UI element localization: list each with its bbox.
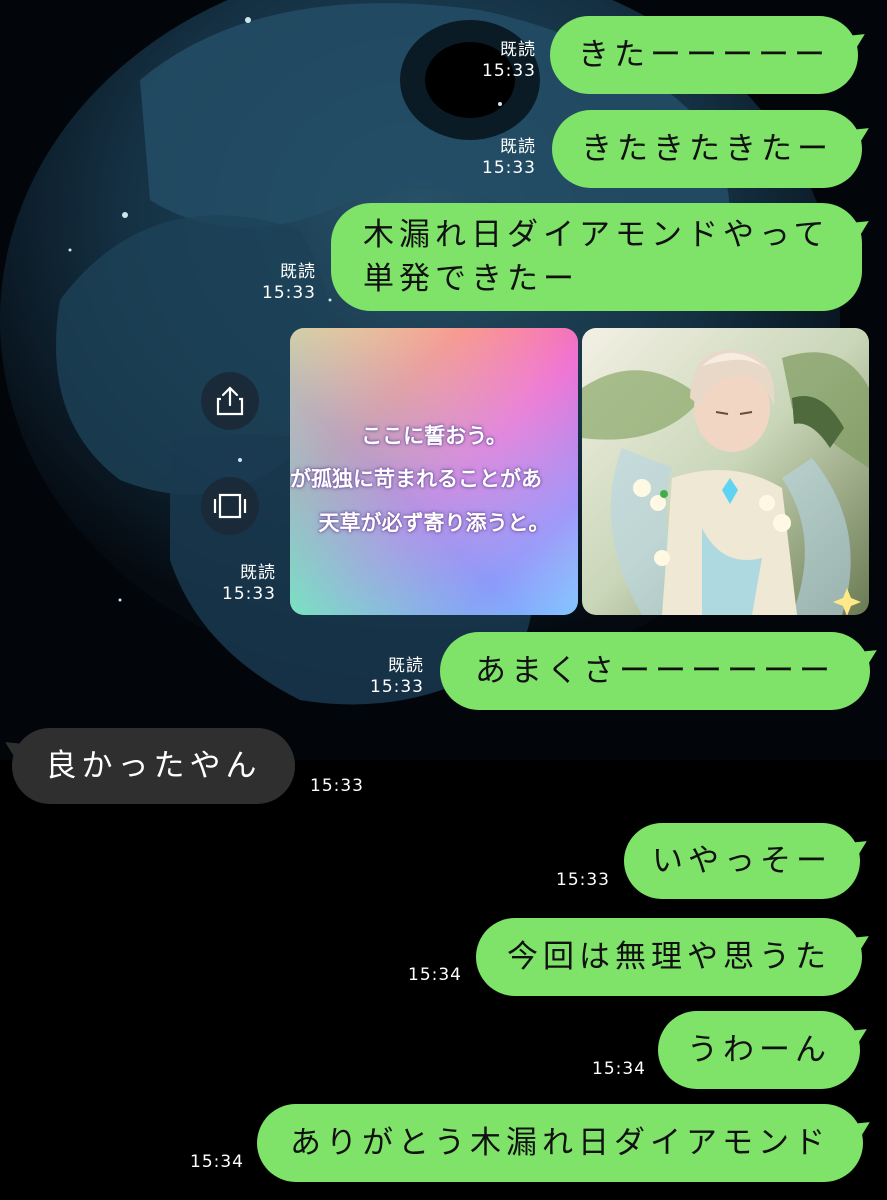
message-bubble-mine[interactable]: きたーーーーー	[550, 16, 858, 94]
message-bubble-mine[interactable]: いやっそー	[624, 823, 860, 899]
message-meta: 既読 15:33	[470, 137, 536, 179]
message-meta: 15:33	[310, 776, 380, 797]
message-bubble-theirs[interactable]: 良かったやん	[12, 728, 295, 804]
message-text: うわーん	[687, 1032, 831, 1068]
message-meta: 15:34	[392, 965, 462, 986]
read-receipt: 既読	[240, 563, 276, 583]
message-text: きたきたきたー	[581, 131, 833, 167]
card-caption-line: 天草が必ず寄り添うと。	[318, 510, 550, 535]
message-bubble-mine[interactable]: うわーん	[658, 1011, 860, 1089]
message-text-line: 単発できたー	[363, 261, 579, 297]
card-caption-line: ここに誓おう。	[361, 423, 507, 448]
share-button[interactable]	[201, 372, 259, 430]
message-meta: 15:34	[576, 1059, 646, 1080]
message-text: 良かったやん	[45, 748, 262, 784]
message-meta: 既読 15:33	[210, 563, 276, 605]
message-bubble-mine[interactable]: あまくさーーーーーー	[440, 632, 870, 710]
read-receipt: 既読	[388, 656, 424, 676]
timestamp: 15:33	[370, 677, 424, 697]
message-meta: 既読 15:33	[250, 262, 316, 304]
message-text: いやっそー	[652, 843, 832, 879]
timestamp: 15:33	[556, 870, 610, 890]
fullscreen-icon	[213, 493, 247, 519]
message-text: 今回は無理や思うた	[507, 939, 831, 975]
timestamp: 15:33	[222, 584, 276, 604]
timestamp: 15:33	[310, 776, 364, 796]
timestamp: 15:34	[592, 1059, 646, 1079]
message-meta: 15:34	[174, 1152, 244, 1173]
read-receipt: 既読	[280, 262, 316, 282]
message-text: きたーーーーー	[578, 37, 830, 73]
message-meta: 既読 15:33	[358, 656, 424, 698]
read-receipt: 既読	[500, 137, 536, 157]
image-attachment-card[interactable]: ここに誓おう。 が孤独に苛まれることがあ 天草が必ず寄り添うと。	[290, 328, 578, 615]
message-bubble-mine[interactable]: きたきたきたー	[552, 110, 862, 188]
character-illustration	[582, 328, 869, 615]
message-bubble-mine[interactable]: 今回は無理や思うた	[476, 918, 862, 996]
message-meta: 15:33	[540, 870, 610, 891]
read-receipt: 既読	[500, 40, 536, 60]
image-attachment-character[interactable]	[582, 328, 869, 615]
timestamp: 15:33	[262, 283, 316, 303]
timestamp: 15:33	[482, 61, 536, 81]
message-text: あまくさーーーーーー	[475, 653, 835, 689]
timestamp: 15:33	[482, 158, 536, 178]
card-caption-line: が孤独に苛まれることがあ	[290, 466, 542, 491]
message-text: ありがとう木漏れ日ダイアモンド	[290, 1125, 830, 1161]
message-bubble-mine[interactable]: 木漏れ日ダイアモンドやって 単発できたー	[331, 203, 862, 311]
timestamp: 15:34	[408, 965, 462, 985]
message-text-line: 木漏れ日ダイアモンドやって	[363, 217, 830, 253]
share-icon	[216, 386, 244, 416]
timestamp: 15:34	[190, 1152, 244, 1172]
message-bubble-mine[interactable]: ありがとう木漏れ日ダイアモンド	[257, 1104, 863, 1182]
message-meta: 既読 15:33	[470, 40, 536, 82]
fullscreen-button[interactable]	[201, 477, 259, 535]
